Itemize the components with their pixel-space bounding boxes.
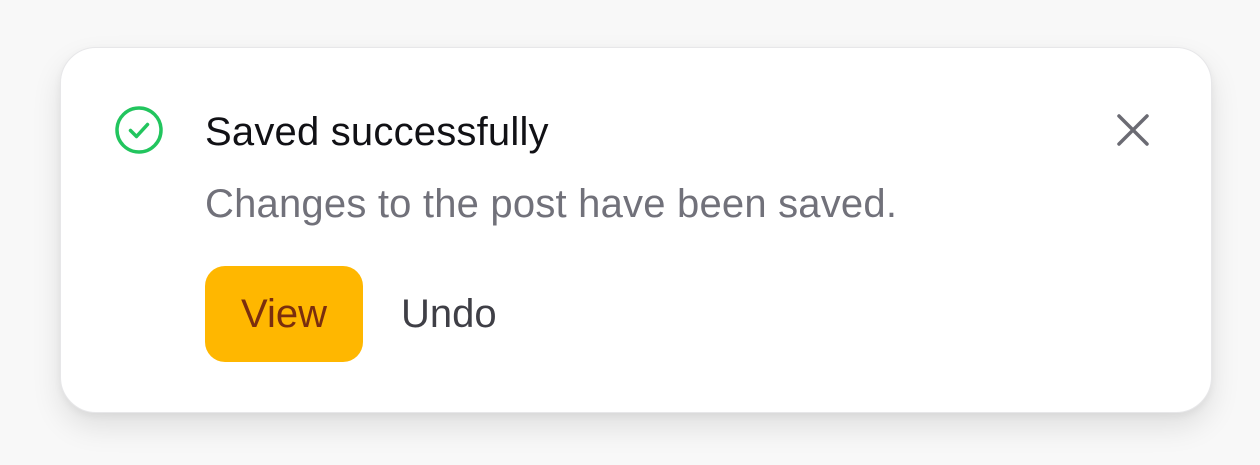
check-circle-icon bbox=[113, 104, 165, 156]
close-button[interactable] bbox=[1107, 104, 1159, 156]
toast-title: Saved successfully bbox=[205, 110, 549, 154]
view-button[interactable]: View bbox=[205, 266, 363, 362]
toast-message: Changes to the post have been saved. bbox=[205, 182, 898, 226]
toast-actions: View Undo bbox=[205, 266, 1091, 362]
toast-content: Saved successfully Changes to the post h… bbox=[205, 104, 1091, 362]
close-icon bbox=[1107, 104, 1159, 156]
toast-notification: Saved successfully Changes to the post h… bbox=[60, 47, 1212, 413]
undo-button[interactable]: Undo bbox=[385, 266, 513, 362]
